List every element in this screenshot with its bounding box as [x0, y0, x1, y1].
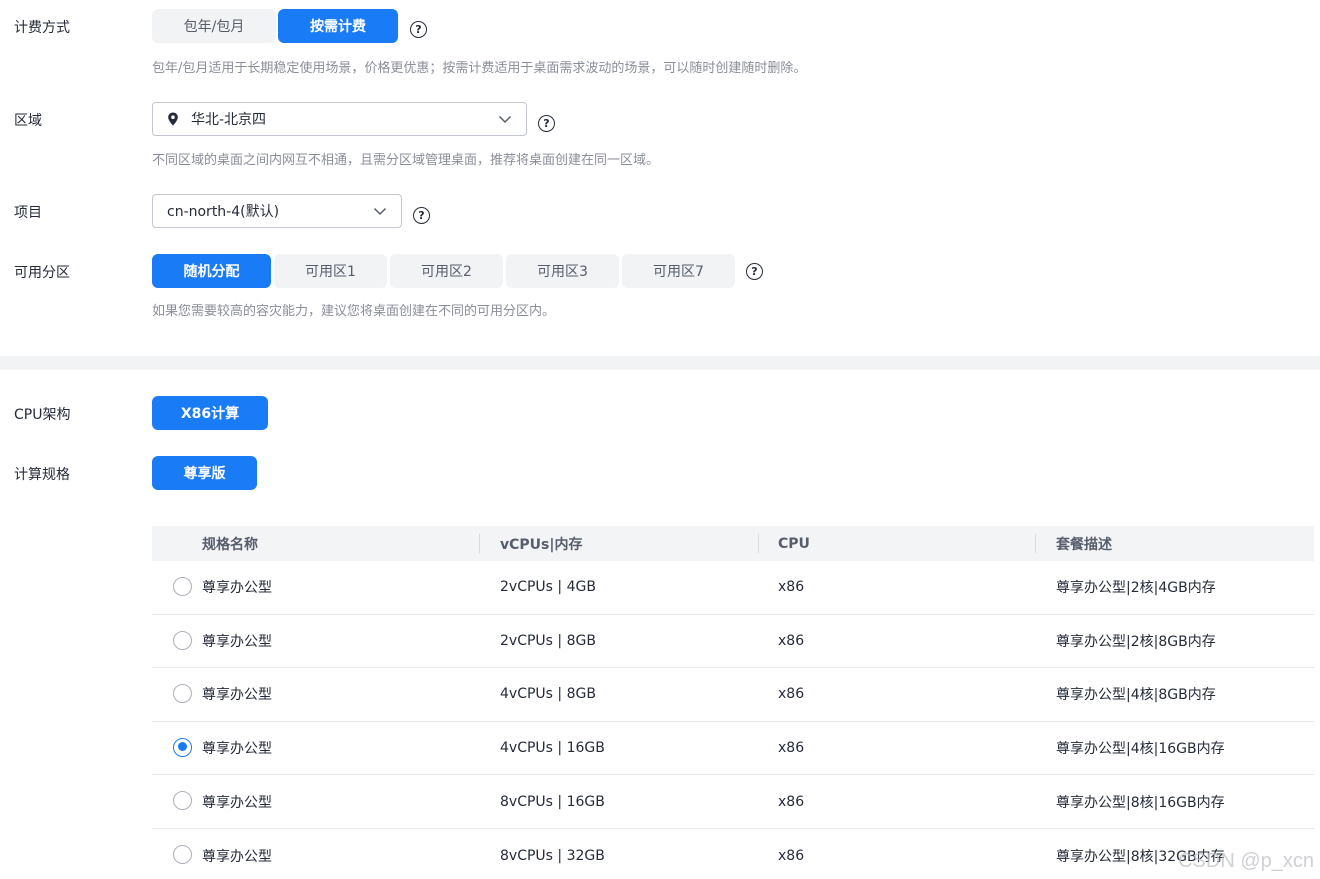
cpu-arch-label: CPU架构: [14, 407, 71, 423]
cell-cpu: x86: [778, 686, 805, 703]
table-row[interactable]: 尊享办公型 8vCPUs | 32GB x86 尊享办公型|8核|32GB内存: [152, 829, 1314, 879]
table-header: 规格名称 vCPUs|内存 CPU 套餐描述: [152, 526, 1314, 561]
column-header-description: 套餐描述: [1056, 536, 1112, 553]
az-label: 可用分区: [14, 265, 70, 281]
az-help-icon[interactable]: ?: [746, 263, 763, 280]
az-option-3[interactable]: 可用区3: [506, 254, 619, 288]
row-radio-button[interactable]: [173, 791, 192, 811]
cell-name: 尊享办公型: [202, 794, 272, 811]
cell-description: 尊享办公型|4核|16GB内存: [1056, 741, 1225, 758]
region-help-icon[interactable]: ?: [538, 115, 555, 132]
config-page: 计费方式 包年/包月 按需计费 ? 包年/包月适用于长期稳定使用场景，价格更优惠…: [0, 0, 1320, 879]
row-radio-button[interactable]: [173, 684, 192, 704]
spec-table: 规格名称 vCPUs|内存 CPU 套餐描述 尊享办公型 2vCPUs | 4GB…: [152, 526, 1314, 879]
table-body: 尊享办公型 2vCPUs | 4GB x86 尊享办公型|2核|4GB内存 尊享办公型 2…: [152, 561, 1314, 879]
column-separator: [479, 534, 480, 553]
region-value: 华北-北京四: [191, 112, 267, 128]
watermark: CSDN @p_xcn: [1178, 850, 1314, 872]
region-select[interactable]: 华北-北京四: [152, 102, 527, 136]
row-radio-button[interactable]: [173, 630, 192, 650]
table-row[interactable]: 尊享办公型 8vCPUs | 16GB x86 尊享办公型|8核|16GB内存: [152, 775, 1314, 829]
flavor-type-premium-button[interactable]: 尊享版: [152, 456, 257, 490]
az-hint: 如果您需要较高的容灾能力，建议您将桌面创建在不同的可用分区内。: [152, 304, 556, 319]
cell-vcpus-memory: 4vCPUs | 8GB: [500, 686, 596, 703]
cell-cpu: x86: [778, 632, 805, 649]
cell-name: 尊享办公型: [202, 580, 272, 597]
cell-cpu: x86: [778, 847, 805, 864]
column-separator: [1035, 534, 1036, 553]
az-option-2[interactable]: 可用区2: [390, 254, 503, 288]
billing-hint: 包年/包月适用于长期稳定使用场景，价格更优惠；按需计费适用于桌面需求波动的场景，…: [152, 61, 807, 76]
cell-cpu: x86: [778, 793, 805, 810]
row-radio-button[interactable]: [173, 577, 192, 596]
cell-description: 尊享办公型|2核|4GB内存: [1056, 580, 1216, 597]
project-label: 项目: [14, 205, 42, 221]
flavor-type-label: 计算规格: [14, 467, 70, 483]
az-option-1[interactable]: 可用区1: [274, 254, 387, 288]
billing-option-yearly-monthly[interactable]: 包年/包月: [152, 9, 276, 43]
region-label: 区域: [14, 113, 42, 129]
project-help-icon[interactable]: ?: [413, 207, 430, 224]
cell-name: 尊享办公型: [202, 848, 272, 865]
cell-name: 尊享办公型: [202, 741, 272, 758]
az-option-7[interactable]: 可用区7: [622, 254, 735, 288]
cell-description: 尊享办公型|4核|8GB内存: [1056, 687, 1216, 704]
cell-vcpus-memory: 2vCPUs | 4GB: [500, 579, 596, 596]
cell-description: 尊享办公型|2核|8GB内存: [1056, 633, 1216, 650]
chevron-down-icon: [498, 115, 512, 124]
cell-cpu: x86: [778, 740, 805, 757]
az-option-random[interactable]: 随机分配: [152, 254, 271, 288]
table-row[interactable]: 尊享办公型 2vCPUs | 4GB x86 尊享办公型|2核|4GB内存: [152, 561, 1314, 615]
table-row[interactable]: 尊享办公型 4vCPUs | 16GB x86 尊享办公型|4核|16GB内存: [152, 722, 1314, 776]
column-header-cpu: CPU: [778, 535, 810, 552]
column-separator: [758, 534, 759, 553]
cell-vcpus-memory: 8vCPUs | 32GB: [500, 847, 605, 864]
cell-description: 尊享办公型|8核|16GB内存: [1056, 794, 1225, 811]
row-radio-button[interactable]: [173, 737, 192, 757]
cell-name: 尊享办公型: [202, 633, 272, 650]
table-row[interactable]: 尊享办公型 2vCPUs | 8GB x86 尊享办公型|2核|8GB内存: [152, 615, 1314, 669]
region-hint: 不同区域的桌面之间内网互不相通，且需分区域管理桌面，推荐将桌面创建在同一区域。: [152, 153, 660, 168]
project-value: cn-north-4(默认): [167, 204, 280, 220]
table-row[interactable]: 尊享办公型 4vCPUs | 8GB x86 尊享办公型|4核|8GB内存: [152, 668, 1314, 722]
billing-help-icon[interactable]: ?: [410, 21, 427, 38]
cell-vcpus-memory: 2vCPUs | 8GB: [500, 632, 596, 649]
row-radio-button[interactable]: [173, 844, 192, 864]
chevron-down-icon: [373, 207, 387, 216]
column-header-vcpus-memory: vCPUs|内存: [500, 536, 583, 553]
section-divider: [0, 356, 1320, 370]
cell-name: 尊享办公型: [202, 687, 272, 704]
location-pin-icon: [168, 112, 178, 126]
cell-vcpus-memory: 8vCPUs | 16GB: [500, 793, 605, 810]
billing-option-on-demand[interactable]: 按需计费: [278, 9, 398, 43]
billing-label: 计费方式: [14, 20, 70, 36]
cell-vcpus-memory: 4vCPUs | 16GB: [500, 740, 605, 757]
cell-cpu: x86: [778, 579, 805, 596]
column-header-name: 规格名称: [202, 536, 258, 553]
project-select[interactable]: cn-north-4(默认): [152, 194, 402, 228]
cpu-arch-x86-button[interactable]: X86计算: [152, 396, 268, 430]
